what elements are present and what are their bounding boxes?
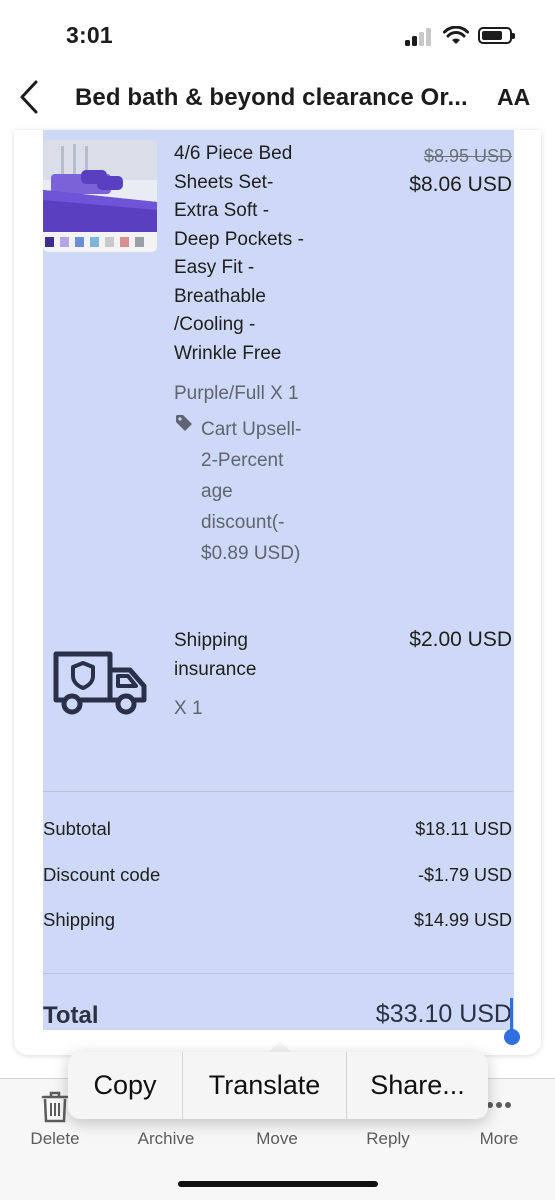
battery-icon	[478, 27, 515, 44]
archive-button[interactable]: Archive	[121, 1129, 211, 1149]
divider	[43, 791, 514, 792]
discount-code-label: Discount code	[43, 864, 161, 885]
delivery-truck-icon	[53, 651, 147, 715]
shipping-insurance-title-line: insurance	[174, 658, 257, 680]
discount-line: 2-Percent	[201, 450, 284, 471]
status-bar: 3:01	[0, 0, 555, 66]
product-thumbnail-image	[43, 140, 157, 252]
original-price: $8.95 USD	[423, 146, 512, 166]
trash-icon[interactable]	[40, 1091, 70, 1123]
product-title-line: /Cooling -	[174, 314, 256, 335]
product-title-line: Easy Fit -	[174, 257, 255, 278]
back-chevron-icon[interactable]	[14, 78, 46, 116]
discount-line: Cart Upsell-	[201, 419, 302, 440]
selection-handle-knob[interactable]	[504, 1029, 520, 1045]
shipping-value: $14.99 USD	[413, 910, 512, 930]
product-title-line: 4/6 Piece Bed	[174, 143, 293, 164]
nav-header: Bed bath & beyond clearance Or... AA	[0, 66, 555, 130]
product-price: $8.06 USD	[409, 173, 512, 196]
discount-line: $0.89 USD)	[201, 543, 301, 564]
product-title-line: Sheets Set-	[174, 171, 274, 193]
shipping-label: Shipping	[43, 909, 116, 930]
discount-description: Cart Upsell- 2-Percent age discount(- $0…	[201, 414, 301, 569]
text-context-menu: Copy Translate Share...	[68, 1052, 488, 1119]
product-title-line: Wrinkle Free	[174, 342, 282, 364]
shipping-insurance-title: Shipping insurance	[174, 627, 256, 684]
product-title-line: Breathable	[174, 285, 266, 307]
home-indicator	[178, 1181, 378, 1187]
shipping-insurance-title-line: Shipping	[174, 630, 248, 651]
wifi-icon	[443, 26, 469, 44]
product-title: 4/6 Piece Bed Sheets Set- Extra Soft - D…	[174, 140, 334, 368]
status-time: 3:01	[66, 22, 113, 48]
discount-line: age	[201, 481, 233, 502]
product-variant: Purple/Full X 1	[174, 383, 299, 404]
total-value: $33.10 USD	[375, 1000, 512, 1028]
delete-button[interactable]: Delete	[10, 1129, 100, 1149]
move-button[interactable]: Move	[232, 1129, 322, 1149]
share-menu-item[interactable]: Share...	[347, 1052, 488, 1119]
subtotal-label: Subtotal	[43, 818, 111, 839]
text-size-button[interactable]: AA	[497, 84, 530, 111]
divider	[43, 973, 514, 974]
cellular-signal-icon	[405, 28, 435, 46]
subtotal-value: $18.11 USD	[415, 819, 512, 839]
translate-menu-item[interactable]: Translate	[183, 1052, 347, 1119]
tag-icon	[176, 415, 192, 431]
shipping-insurance-price: $2.00 USD	[409, 628, 512, 651]
reply-button[interactable]: Reply	[343, 1129, 433, 1149]
discount-line: discount(-	[201, 512, 285, 533]
product-title-line: Extra Soft -	[174, 200, 270, 221]
product-title-line: Deep Pockets -	[174, 228, 304, 250]
email-subject-title: Bed bath & beyond clearance Or...	[75, 84, 468, 111]
discount-code-value: -$1.79 USD	[417, 865, 512, 885]
shipping-insurance-qty: X 1	[174, 698, 203, 719]
text-size-label: AA	[497, 84, 531, 110]
total-label: Total	[43, 1002, 99, 1029]
more-button[interactable]: More	[454, 1129, 544, 1149]
copy-menu-item[interactable]: Copy	[68, 1052, 183, 1119]
more-dots-icon[interactable]	[486, 1101, 512, 1109]
